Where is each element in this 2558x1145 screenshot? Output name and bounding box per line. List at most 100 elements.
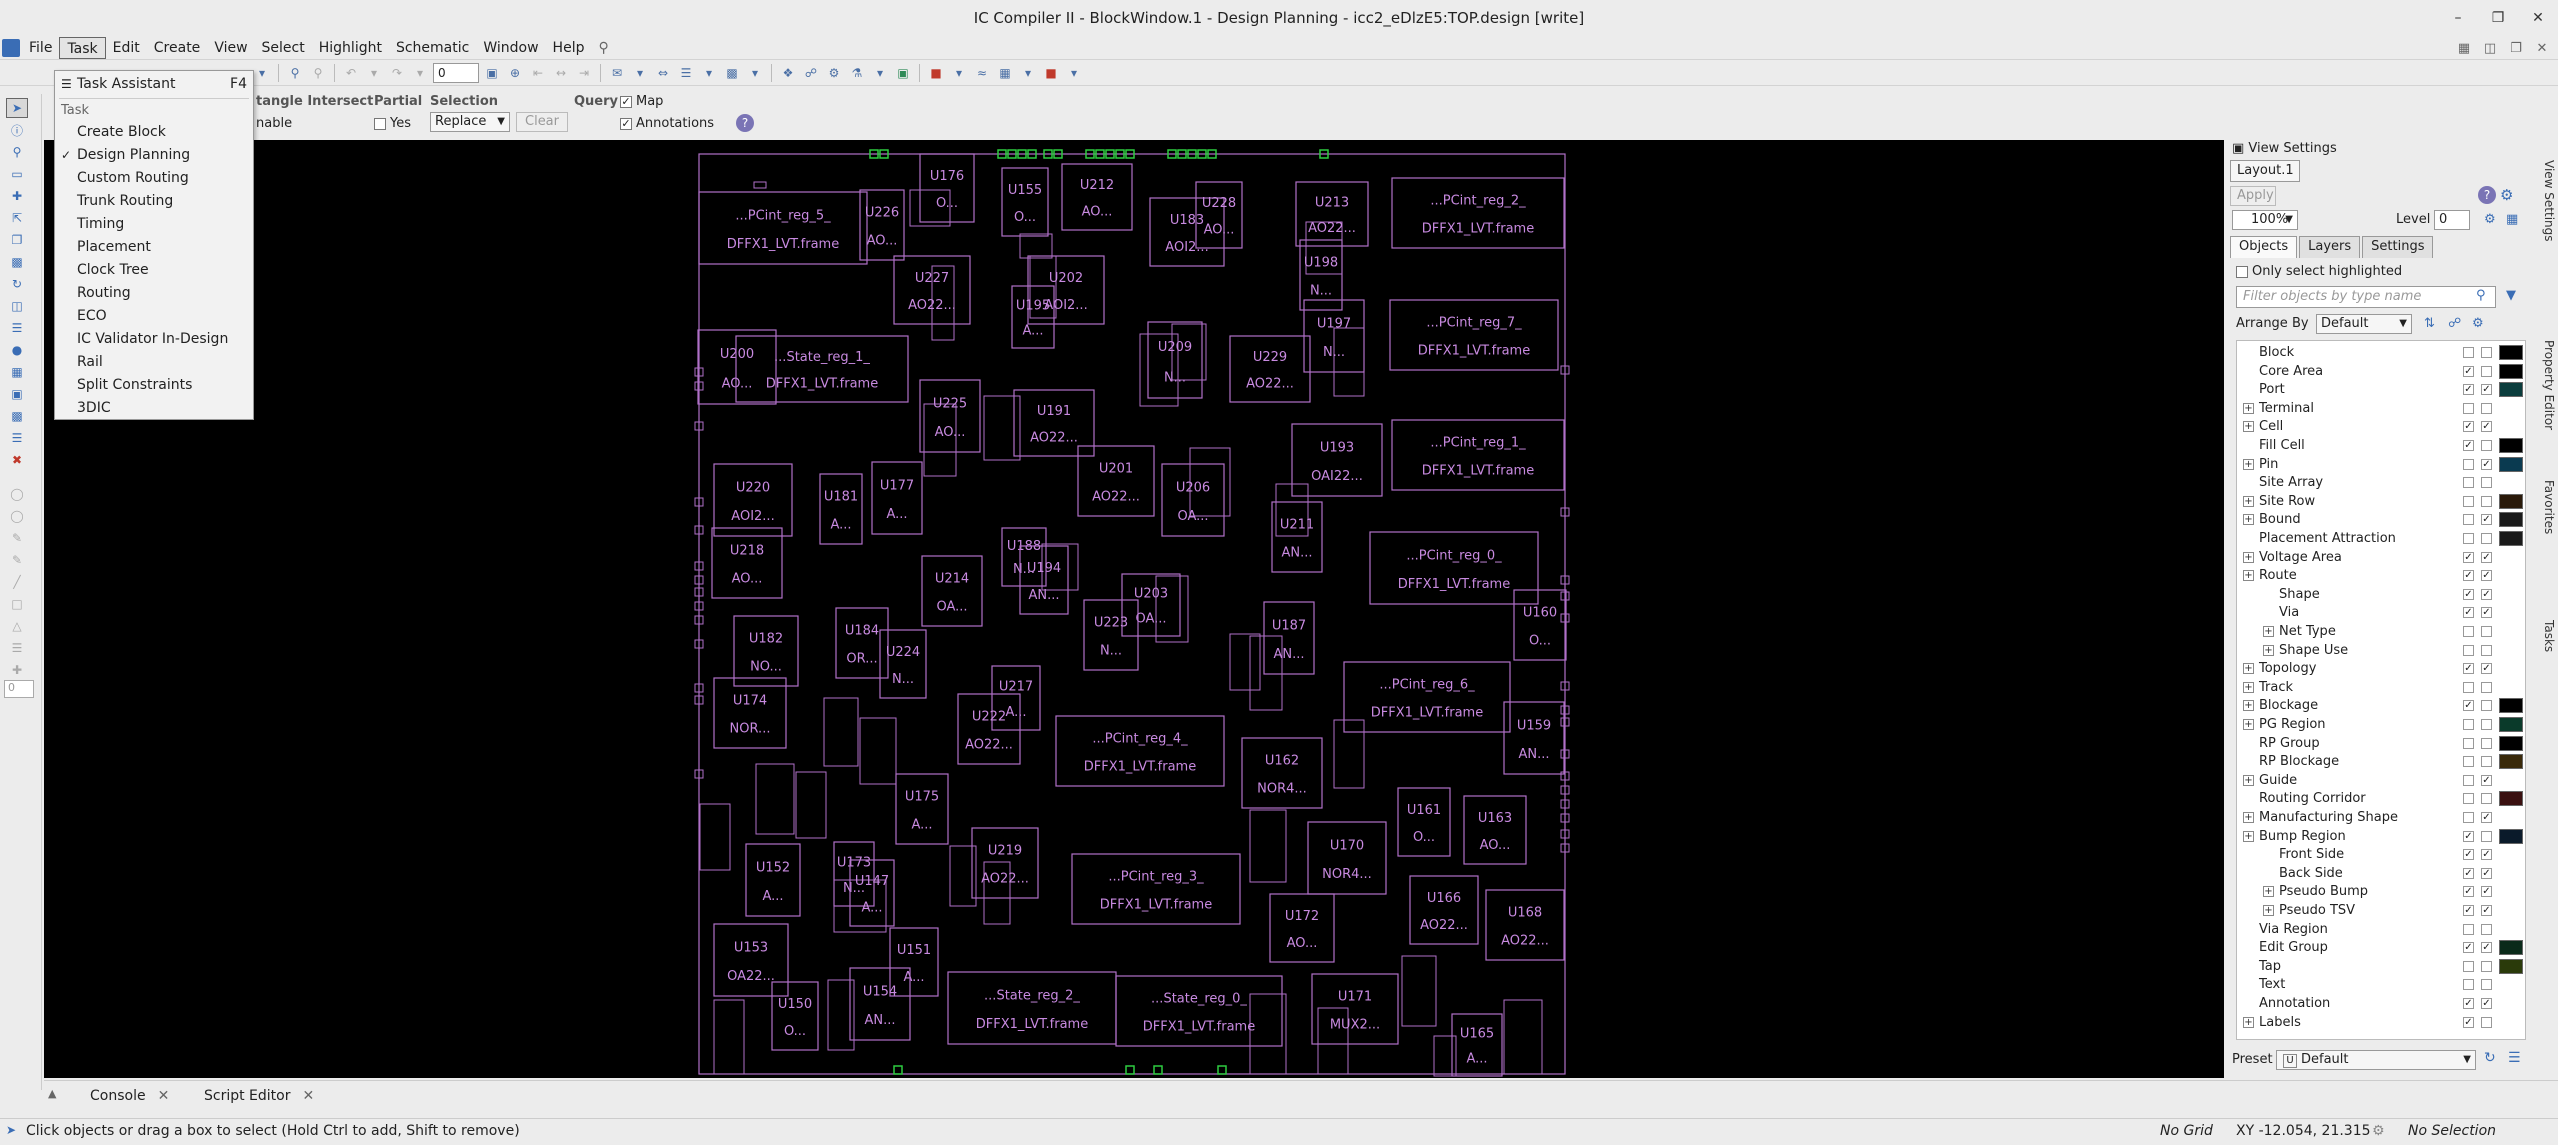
expand-icon[interactable]: + xyxy=(2243,570,2254,582)
connectivity-icon[interactable]: ☍ xyxy=(801,63,821,83)
cell-ref[interactable]: AO22... xyxy=(1092,490,1140,505)
visible-checkbox[interactable]: ✓ xyxy=(2463,886,2474,898)
visible-checkbox[interactable] xyxy=(2463,477,2474,489)
search-icon[interactable]: ⚲ xyxy=(591,37,615,59)
visible-checkbox[interactable] xyxy=(2463,681,2474,693)
cell-outline[interactable] xyxy=(947,971,1117,1045)
panel-help-icon[interactable]: ? xyxy=(2478,186,2496,204)
cell-ref[interactable]: A... xyxy=(830,518,851,533)
selectable-checkbox[interactable] xyxy=(2481,533,2492,544)
undo-icon[interactable]: ↶ xyxy=(341,63,361,83)
cell-ref[interactable]: DFFX1_LVT.frame xyxy=(1143,1020,1255,1035)
cell-ref[interactable]: N... xyxy=(1100,644,1122,659)
tree-row[interactable]: + Net Type xyxy=(2237,622,2525,641)
cell-outline[interactable] xyxy=(919,153,975,223)
selectable-checkbox[interactable] xyxy=(2481,979,2492,991)
hierarchy-menu-icon[interactable]: ▾ xyxy=(699,63,719,83)
selectable-checkbox[interactable] xyxy=(2481,644,2492,656)
annotation-menu-icon[interactable]: ▾ xyxy=(630,63,650,83)
selectable-checkbox[interactable]: ✓ xyxy=(2481,421,2492,433)
visible-checkbox[interactable] xyxy=(2463,793,2474,805)
cell-ref[interactable]: DFFX1_LVT.frame xyxy=(766,376,878,391)
expand-icon[interactable]: + xyxy=(2263,626,2274,637)
close-panel-icon[interactable]: ✕ xyxy=(2532,39,2552,57)
selectable-checkbox[interactable]: ✓ xyxy=(2481,867,2492,879)
cell-outline[interactable] xyxy=(698,191,868,265)
visible-checkbox[interactable] xyxy=(2463,402,2474,414)
selectable-checkbox[interactable]: ✓ xyxy=(2481,384,2492,396)
overlap-box[interactable] xyxy=(1503,999,1543,1075)
cell-name[interactable]: U195 xyxy=(1016,299,1050,314)
cell-name[interactable]: U197 xyxy=(1317,316,1351,331)
menu-icon[interactable]: ☰ xyxy=(2508,1050,2521,1066)
overlap-box[interactable] xyxy=(823,697,859,767)
tree-row[interactable]: RP Group xyxy=(2237,734,2525,753)
cell-ref[interactable]: DFFX1_LVT.frame xyxy=(1371,706,1483,721)
route-menu-icon[interactable]: ▾ xyxy=(870,63,890,83)
gear-icon[interactable]: ⚙ xyxy=(2500,186,2513,204)
selectable-checkbox[interactable] xyxy=(2481,700,2492,712)
cell-outline[interactable] xyxy=(1271,501,1323,573)
cell-name[interactable]: ...PCint_reg_2_ xyxy=(1430,194,1526,209)
cell-ref[interactable]: N... xyxy=(1323,345,1345,360)
cell-ref[interactable]: AO... xyxy=(867,234,898,249)
link-icon[interactable]: ☍ xyxy=(2448,316,2461,331)
task-clock-tree[interactable]: Clock Tree xyxy=(55,259,253,281)
menu-highlight[interactable]: Highlight xyxy=(312,37,389,59)
overlap-box[interactable] xyxy=(1333,719,1365,789)
cell-name[interactable]: U177 xyxy=(880,478,914,493)
layout-tab[interactable]: Layout.1 xyxy=(2230,160,2300,182)
terminal-pin[interactable] xyxy=(1153,1065,1163,1075)
filter-icon[interactable]: ▼ xyxy=(2506,288,2516,303)
selection-filter-icon[interactable]: ⚙ xyxy=(2372,1123,2385,1139)
tree-row[interactable]: Site Array xyxy=(2237,473,2525,492)
cell-ref[interactable]: OA... xyxy=(1177,509,1208,524)
cell-ref[interactable]: AN... xyxy=(1281,546,1312,561)
tab-console[interactable]: Console ✕ xyxy=(66,1085,169,1107)
expand-icon[interactable]: + xyxy=(2243,514,2254,526)
tree-row[interactable]: + PG Region xyxy=(2237,715,2525,734)
edit-icon[interactable]: ✎ xyxy=(6,528,28,548)
cell-name[interactable]: U163 xyxy=(1478,811,1512,826)
visible-checkbox[interactable]: ✓ xyxy=(2463,570,2474,582)
cell-ref[interactable]: AO... xyxy=(1287,936,1318,951)
selectable-checkbox[interactable]: ✓ xyxy=(2481,774,2492,786)
cell-outline[interactable] xyxy=(735,335,909,403)
selectable-checkbox[interactable]: ✓ xyxy=(2481,905,2492,916)
tree-row[interactable]: Annotation ✓ ✓ xyxy=(2237,994,2525,1013)
cell-outline[interactable] xyxy=(1389,299,1559,371)
cell-ref[interactable]: DFFX1_LVT.frame xyxy=(1418,344,1530,359)
cell-name[interactable]: U211 xyxy=(1280,518,1314,533)
tree-row[interactable]: Placement Attraction xyxy=(2237,529,2525,548)
annotation-icon[interactable]: ✉ xyxy=(607,63,627,83)
visible-checkbox[interactable]: ✓ xyxy=(2463,830,2474,842)
cell-ref[interactable]: AO22... xyxy=(1420,918,1468,933)
cell-outline[interactable] xyxy=(1291,423,1383,497)
overlap-box[interactable] xyxy=(859,717,897,785)
clear-button[interactable]: Clear xyxy=(516,112,568,132)
overlap-box[interactable] xyxy=(699,803,731,871)
cell-outline[interactable] xyxy=(1083,599,1139,671)
cell-name[interactable]: U160 xyxy=(1523,606,1557,621)
unlock-icon[interactable]: ◯ xyxy=(6,506,28,526)
cell-outline[interactable] xyxy=(889,927,939,997)
cell-ref[interactable]: AN... xyxy=(1518,747,1549,762)
help-icon[interactable]: ? xyxy=(736,114,754,132)
cell-outline[interactable] xyxy=(1391,177,1565,249)
tree-row[interactable]: + Labels ✓ xyxy=(2237,1013,2525,1032)
tree-row[interactable]: + Bound ✓ xyxy=(2237,510,2525,529)
tree-row[interactable]: RP Blockage xyxy=(2237,752,2525,771)
cell-outline[interactable] xyxy=(1269,893,1335,963)
menu-help[interactable]: Help xyxy=(546,37,592,59)
collapse-icon[interactable]: ▲ xyxy=(48,1087,56,1100)
tree-row[interactable]: Routing Corridor xyxy=(2237,789,2525,808)
cell-outline[interactable] xyxy=(1115,975,1283,1047)
cell-ref[interactable]: A... xyxy=(911,818,932,833)
close-icon[interactable]: ✕ xyxy=(158,1088,170,1104)
cell-name[interactable]: ...State_reg_1_ xyxy=(774,350,870,365)
cell-outline[interactable] xyxy=(1055,715,1225,787)
selectable-checkbox[interactable]: ✓ xyxy=(2481,570,2492,582)
tree-row[interactable]: Port ✓ ✓ xyxy=(2237,380,2525,399)
color-swatch[interactable] xyxy=(2499,791,2523,807)
tree-row[interactable]: Tap xyxy=(2237,957,2525,976)
